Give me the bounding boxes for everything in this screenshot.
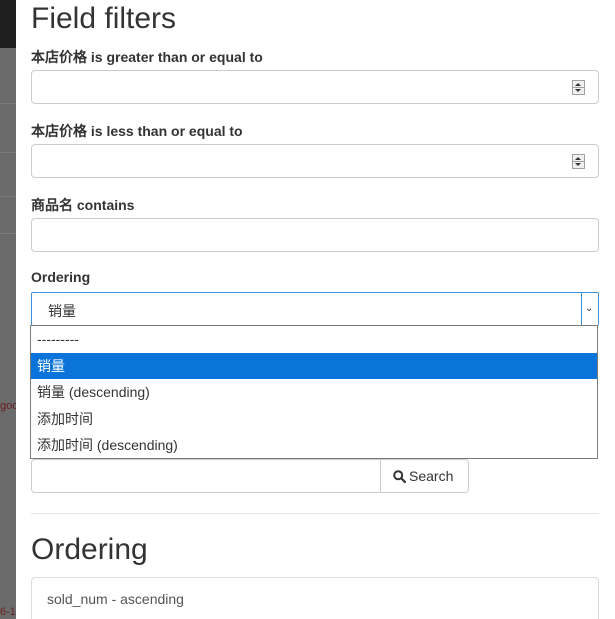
background-navbar bbox=[0, 0, 16, 48]
ordering-selected-value: 销量 bbox=[48, 303, 76, 319]
ordering-dropdown-toggle[interactable]: ⌄ bbox=[581, 293, 598, 325]
ordering-select[interactable]: 销量 ⌄ bbox=[31, 292, 599, 326]
search-button-label: Search bbox=[409, 468, 454, 484]
name-contains-input[interactable] bbox=[31, 218, 599, 252]
search-icon bbox=[393, 470, 407, 484]
ordering-option[interactable]: 销量 (descending) bbox=[31, 379, 597, 406]
search-input[interactable] bbox=[31, 459, 381, 493]
ordering-section-title: Ordering bbox=[31, 533, 148, 566]
ordering-label: Ordering bbox=[31, 269, 91, 285]
background-link-text: 6-1 bbox=[0, 606, 16, 618]
ordering-option[interactable]: 添加时间 bbox=[31, 406, 597, 433]
ordering-list-item[interactable]: sold_num - ascending bbox=[31, 577, 599, 619]
filters-modal: Field filters 本店价格 is greater than or eq… bbox=[16, 0, 615, 619]
spinner-down-icon[interactable] bbox=[575, 163, 581, 166]
ordering-option[interactable]: 添加时间 (descending) bbox=[31, 432, 597, 459]
price-lte-label: 本店价格 is less than or equal to bbox=[31, 123, 243, 139]
background-divider bbox=[0, 196, 16, 197]
price-lte-spinner[interactable] bbox=[572, 154, 585, 169]
price-gte-spinner[interactable] bbox=[572, 80, 585, 95]
search-button[interactable]: Search bbox=[380, 459, 469, 493]
spinner-up-icon[interactable] bbox=[575, 83, 581, 86]
price-gte-label: 本店价格 is greater than or equal to bbox=[31, 49, 263, 65]
spinner-down-icon[interactable] bbox=[575, 89, 581, 92]
ordering-option[interactable]: --------- bbox=[31, 326, 597, 353]
section-divider bbox=[31, 513, 599, 514]
background-page: goo 6-1 bbox=[0, 0, 18, 619]
price-gte-input[interactable] bbox=[31, 70, 599, 104]
background-divider bbox=[0, 152, 16, 153]
chevron-down-icon: ⌄ bbox=[585, 303, 594, 314]
background-divider bbox=[0, 233, 16, 234]
price-lte-input[interactable] bbox=[31, 144, 599, 178]
background-divider bbox=[0, 103, 16, 104]
ordering-dropdown-list: --------- 销量 销量 (descending) 添加时间 添加时间 (desc… bbox=[30, 325, 598, 459]
ordering-option[interactable]: 销量 bbox=[31, 352, 597, 379]
spinner-up-icon[interactable] bbox=[575, 157, 581, 160]
field-filters-title: Field filters bbox=[31, 2, 177, 35]
name-contains-label: 商品名 contains bbox=[31, 197, 135, 213]
